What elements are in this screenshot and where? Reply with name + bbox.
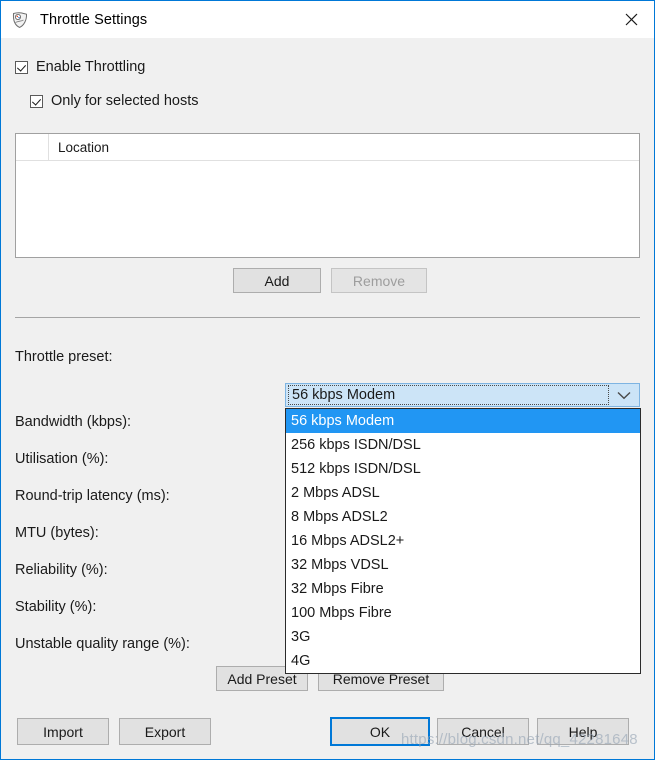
- cancel-button-label: Cancel: [461, 723, 505, 740]
- label-unstable-quality-range: Unstable quality range (%):: [15, 636, 190, 652]
- dropdown-option-2[interactable]: 512 kbps ISDN/DSL: [286, 457, 640, 481]
- throttle-preset-dropdown-list[interactable]: 56 kbps Modem 256 kbps ISDN/DSL 512 kbps…: [285, 408, 641, 674]
- table-body-empty[interactable]: [16, 161, 639, 257]
- add-location-button[interactable]: Add: [233, 268, 321, 293]
- add-location-button-label: Add: [264, 272, 290, 289]
- remove-location-button-label: Remove: [352, 272, 406, 289]
- throttle-settings-dialog: Throttle Settings Enable Throttling Only…: [0, 0, 655, 760]
- throttle-preset-combobox[interactable]: 56 kbps Modem: [285, 383, 640, 407]
- cancel-button[interactable]: Cancel: [437, 718, 529, 745]
- dropdown-option-9[interactable]: 3G: [286, 625, 640, 649]
- shield-app-icon: [10, 10, 30, 30]
- table-column-gutter: [16, 133, 49, 161]
- dropdown-option-6[interactable]: 32 Mbps VDSL: [286, 553, 640, 577]
- host-location-table[interactable]: Location: [15, 133, 640, 258]
- dropdown-option-8[interactable]: 100 Mbps Fibre: [286, 601, 640, 625]
- throttle-preset-combobox-field[interactable]: 56 kbps Modem: [288, 385, 609, 405]
- checkbox-only-selected-hosts[interactable]: Only for selected hosts: [30, 93, 199, 109]
- import-button[interactable]: Import: [17, 718, 109, 745]
- dropdown-option-3[interactable]: 2 Mbps ADSL: [286, 481, 640, 505]
- dropdown-option-7[interactable]: 32 Mbps Fibre: [286, 577, 640, 601]
- checkbox-enable-throttling[interactable]: Enable Throttling: [15, 59, 145, 75]
- label-stability: Stability (%):: [15, 599, 97, 615]
- dropdown-option-1[interactable]: 256 kbps ISDN/DSL: [286, 433, 640, 457]
- close-button[interactable]: [608, 1, 654, 37]
- section-divider: [15, 317, 640, 318]
- label-throttle-preset: Throttle preset:: [15, 349, 113, 365]
- window-title: Throttle Settings: [40, 11, 148, 28]
- dialog-body: Enable Throttling Only for selected host…: [1, 38, 654, 759]
- dropdown-option-5[interactable]: 16 Mbps ADSL2+: [286, 529, 640, 553]
- label-reliability: Reliability (%):: [15, 562, 108, 578]
- import-button-label: Import: [43, 723, 83, 740]
- checkbox-only-selected-hosts-box[interactable]: [30, 94, 43, 108]
- help-button-label: Help: [568, 723, 598, 740]
- dropdown-option-0[interactable]: 56 kbps Modem: [286, 409, 640, 433]
- throttle-preset-selected-value: 56 kbps Modem: [292, 387, 396, 403]
- chevron-down-icon[interactable]: [609, 384, 639, 406]
- ok-button[interactable]: OK: [330, 717, 430, 746]
- label-round-trip-latency: Round-trip latency (ms):: [15, 488, 170, 504]
- label-mtu: MTU (bytes):: [15, 525, 99, 541]
- checkbox-enable-throttling-box[interactable]: [15, 60, 28, 74]
- label-bandwidth: Bandwidth (kbps):: [15, 414, 132, 430]
- dropdown-option-4[interactable]: 8 Mbps ADSL2: [286, 505, 640, 529]
- dropdown-option-10[interactable]: 4G: [286, 649, 640, 673]
- checkbox-only-selected-hosts-label: Only for selected hosts: [51, 93, 199, 109]
- help-button[interactable]: Help: [537, 718, 629, 745]
- table-header-row: Location: [16, 133, 639, 161]
- export-button-label: Export: [144, 723, 186, 740]
- remove-location-button: Remove: [331, 268, 427, 293]
- ok-button-label: OK: [369, 723, 391, 740]
- table-column-location[interactable]: Location: [49, 140, 109, 155]
- checkbox-enable-throttling-label: Enable Throttling: [36, 59, 146, 75]
- title-bar: Throttle Settings: [1, 1, 654, 38]
- export-button[interactable]: Export: [119, 718, 211, 745]
- label-utilisation: Utilisation (%):: [15, 451, 109, 467]
